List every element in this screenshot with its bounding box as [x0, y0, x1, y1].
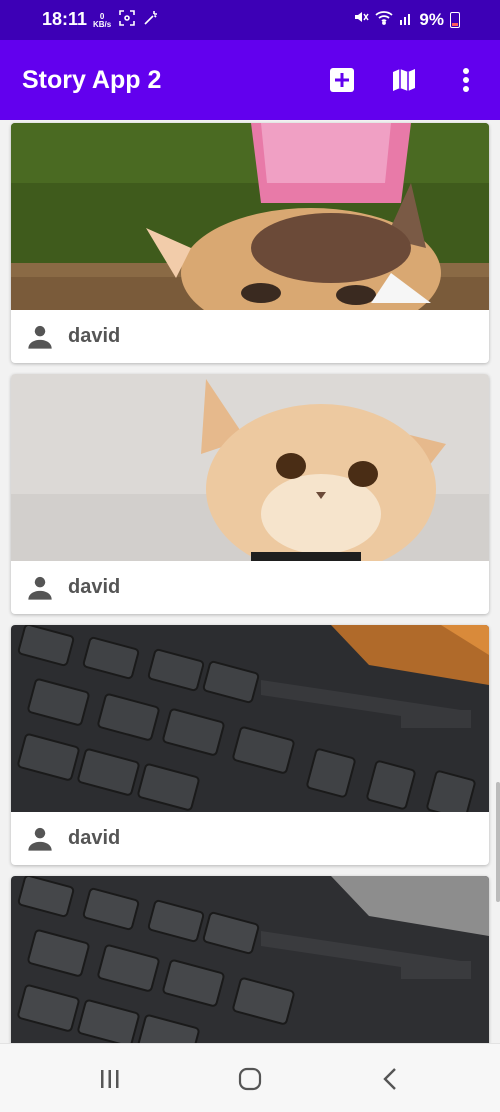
story-author: david [68, 827, 121, 849]
more-options-button[interactable] [450, 64, 482, 96]
network-speed-icon: 0 KB/s [93, 12, 112, 29]
app-title: Story App 2 [22, 66, 162, 94]
battery-percent: 9% [419, 9, 444, 29]
map-button[interactable] [388, 64, 420, 96]
scrollbar[interactable] [496, 782, 500, 902]
back-icon [383, 1068, 396, 1090]
story-card[interactable]: david [11, 374, 489, 614]
story-card[interactable]: david [11, 123, 489, 363]
story-photo[interactable] [11, 625, 489, 812]
signal-icon [399, 10, 413, 30]
mute-icon [353, 9, 370, 30]
add-story-icon [330, 68, 354, 92]
status-time: 18:11 [42, 9, 88, 29]
screenshot-icon [119, 10, 136, 31]
battery-icon [450, 11, 460, 28]
person-icon [28, 576, 52, 600]
status-bar: 18:11 0 KB/s 9% [0, 0, 500, 40]
magic-wand-icon [143, 10, 159, 31]
app-bar: Story App 2 [0, 40, 500, 120]
recent-apps-button[interactable] [90, 1064, 130, 1094]
home-button[interactable] [230, 1064, 270, 1094]
story-card[interactable]: david [11, 876, 489, 1043]
system-nav-bar [0, 1043, 500, 1112]
story-author: david [68, 325, 121, 347]
story-card[interactable]: david [11, 625, 489, 865]
recent-apps-icon [101, 1070, 119, 1088]
story-photo[interactable] [11, 876, 489, 1043]
person-icon [28, 827, 52, 851]
wifi-icon [375, 9, 394, 30]
story-photo[interactable] [11, 123, 489, 310]
more-options-icon [463, 68, 469, 92]
story-photo[interactable] [11, 374, 489, 561]
map-icon [393, 69, 415, 91]
add-story-button[interactable] [326, 64, 358, 96]
story-author: david [68, 576, 121, 598]
home-icon [238, 1067, 262, 1091]
person-icon [28, 325, 52, 349]
story-list[interactable]: david david david [0, 120, 500, 1043]
back-button[interactable] [370, 1064, 410, 1094]
net-speed-unit: KB/s [93, 19, 112, 29]
